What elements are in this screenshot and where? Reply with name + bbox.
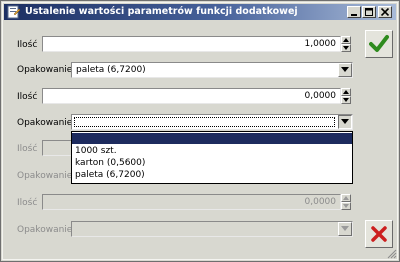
quantity-spinner-1[interactable]: [341, 36, 351, 52]
quantity-input-1[interactable]: 1,0000: [42, 36, 341, 52]
spin-up-button-1[interactable]: [341, 36, 351, 44]
quantity-input-4: 0,0000: [42, 194, 341, 210]
quantity-label-4: Ilość: [17, 198, 38, 208]
packaging-dropdown-button-4: [338, 222, 352, 236]
x-icon: [371, 226, 387, 242]
packaging-label-3: Opakowanie: [17, 171, 73, 181]
chevron-down-icon: [341, 119, 349, 124]
dropdown-option-empty[interactable]: [72, 133, 352, 144]
quantity-spinner-4: [341, 194, 351, 210]
dialog-window: Ustalenie wartości parametrów funkcji do…: [0, 0, 400, 262]
arrow-up-icon: [343, 90, 349, 94]
arrow-up-icon: [343, 38, 349, 42]
chevron-down-icon: [341, 67, 349, 72]
packaging-dropdown-list[interactable]: 1000 szt. karton (0,5600) paleta (6,7200…: [71, 131, 353, 184]
maximize-icon: [365, 8, 373, 16]
quantity-value-4: 0,0000: [304, 197, 337, 207]
quantity-input-2[interactable]: 0,0000: [42, 88, 341, 104]
spin-up-button-2[interactable]: [341, 88, 351, 96]
confirm-button[interactable]: [365, 30, 393, 58]
spin-up-button-4: [341, 194, 351, 202]
quantity-label-3: Ilość: [17, 144, 38, 154]
packaging-value-1: paleta (6,7200): [76, 65, 146, 75]
packaging-dropdown-button-1[interactable]: [338, 63, 352, 77]
checkmark-icon: [369, 35, 389, 52]
quantity-value-1: 1,0000: [304, 39, 337, 49]
focus-indicator: [74, 117, 335, 127]
minimize-button[interactable]: [347, 6, 361, 18]
packaging-select-1[interactable]: paleta (6,7200): [71, 62, 353, 78]
quantity-label-1: Ilość: [17, 40, 38, 50]
packaging-label-1: Opakowanie: [17, 65, 73, 75]
packaging-select-2[interactable]: [71, 114, 353, 130]
arrow-down-icon: [343, 98, 349, 102]
dropdown-option-karton[interactable]: karton (0,5600): [72, 158, 352, 169]
title-bar[interactable]: Ustalenie wartości parametrów funkcji do…: [4, 4, 396, 20]
app-icon: [7, 5, 21, 19]
spin-down-button-1[interactable]: [341, 44, 351, 52]
packaging-label-4: Opakowanie: [17, 225, 73, 235]
arrow-down-icon: [343, 46, 349, 50]
packaging-label-2: Opakowanie: [17, 118, 73, 128]
window-title: Ustalenie wartości parametrów funkcji do…: [25, 6, 298, 17]
spin-down-button-4: [341, 202, 351, 210]
arrow-up-icon: [343, 196, 349, 200]
minimize-icon: [351, 14, 357, 16]
close-icon: [380, 8, 390, 16]
quantity-spinner-2[interactable]: [341, 88, 351, 104]
quantity-value-2: 0,0000: [304, 91, 337, 101]
packaging-dropdown-button-2[interactable]: [338, 115, 352, 129]
dropdown-option-1000-szt[interactable]: 1000 szt.: [72, 146, 352, 157]
dropdown-option-paleta[interactable]: paleta (6,7200): [72, 170, 352, 181]
chevron-down-icon: [341, 226, 349, 231]
maximize-button[interactable]: [362, 6, 376, 18]
spin-down-button-2[interactable]: [341, 96, 351, 104]
resize-grip-icon[interactable]: [387, 249, 397, 259]
cancel-button[interactable]: [365, 220, 393, 248]
quantity-label-2: Ilość: [17, 92, 38, 102]
arrow-down-icon: [343, 204, 349, 208]
packaging-select-4: [71, 221, 353, 237]
close-button[interactable]: [378, 6, 392, 18]
